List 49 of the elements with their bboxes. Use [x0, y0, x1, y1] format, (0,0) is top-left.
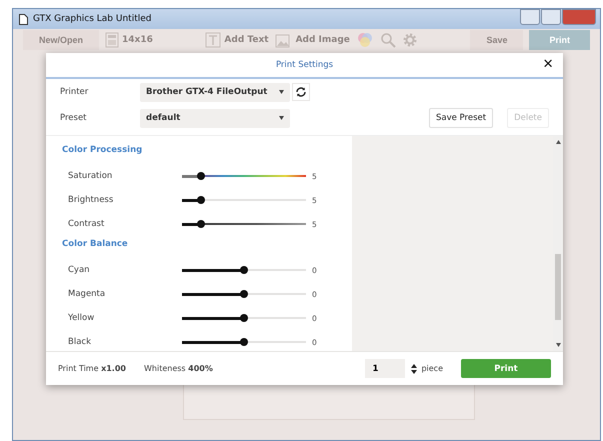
- scroll-down-icon[interactable]: [556, 343, 560, 347]
- unit-label: piece: [421, 364, 443, 373]
- slider-thumb[interactable]: [196, 196, 205, 204]
- slider-label: Contrast: [68, 219, 106, 229]
- preset-label: Preset: [60, 113, 88, 123]
- slider-label: Cyan: [68, 265, 91, 275]
- toolbar-item[interactable]: 14x16: [122, 35, 153, 45]
- spinner-arrows-icon[interactable]: [411, 364, 418, 374]
- section-heading: Color Balance: [62, 239, 129, 249]
- slider-thumb[interactable]: [240, 290, 248, 298]
- minimize-button[interactable]: [520, 9, 540, 25]
- slider-label: Yellow: [68, 313, 96, 323]
- print-button[interactable]: Print: [461, 359, 551, 378]
- slider-thumb[interactable]: [196, 172, 205, 180]
- toolbar-print-button[interactable]: Print: [529, 30, 590, 50]
- quantity-field[interactable]: 1: [365, 359, 406, 378]
- close-button[interactable]: ×: [541, 55, 555, 73]
- whiteness-text: Whiteness 400%: [144, 364, 213, 373]
- dialog-title: Print Settings: [276, 60, 334, 70]
- printer-dropdown[interactable]: Brother GTX-4 FileOutput: [140, 82, 290, 102]
- caret-icon: [279, 116, 284, 120]
- document-icon: [19, 14, 28, 24]
- slider-label: Black: [68, 337, 92, 347]
- scrollbar[interactable]: [553, 136, 563, 351]
- slider-thumb[interactable]: [240, 266, 248, 274]
- toolbar-item[interactable]: Add Text: [224, 35, 269, 45]
- toolbar-button[interactable]: New/Open: [23, 30, 100, 50]
- scroll-up-icon[interactable]: [556, 140, 560, 144]
- slider-label: Saturation: [68, 171, 114, 181]
- slider-thumb[interactable]: [240, 314, 248, 322]
- slider-thumb[interactable]: [196, 220, 205, 228]
- caret-icon: [279, 90, 284, 94]
- save-preset-button[interactable]: Save Preset: [428, 108, 494, 128]
- slider-label: Magenta: [68, 289, 106, 299]
- slider-label: Brightness: [68, 195, 114, 205]
- toolbar-item[interactable]: Add Image: [296, 35, 350, 45]
- section-heading: Color Processing: [62, 145, 144, 155]
- refresh-icon: [295, 86, 307, 98]
- calculator-icon: [105, 32, 120, 48]
- printer-label: Printer: [60, 87, 90, 97]
- preset-dropdown[interactable]: default: [140, 108, 290, 128]
- text-icon: [205, 32, 222, 48]
- toolbar-button[interactable]: Save: [470, 30, 524, 50]
- print-time-text: Print Time x1.00: [58, 364, 126, 373]
- color-circles-icon[interactable]: [356, 31, 374, 49]
- refresh-button[interactable]: [292, 83, 310, 101]
- maximize-button[interactable]: [541, 9, 561, 25]
- slider-thumb[interactable]: [240, 338, 248, 346]
- window-title: GTX Graphics Lab Untitled: [33, 14, 152, 24]
